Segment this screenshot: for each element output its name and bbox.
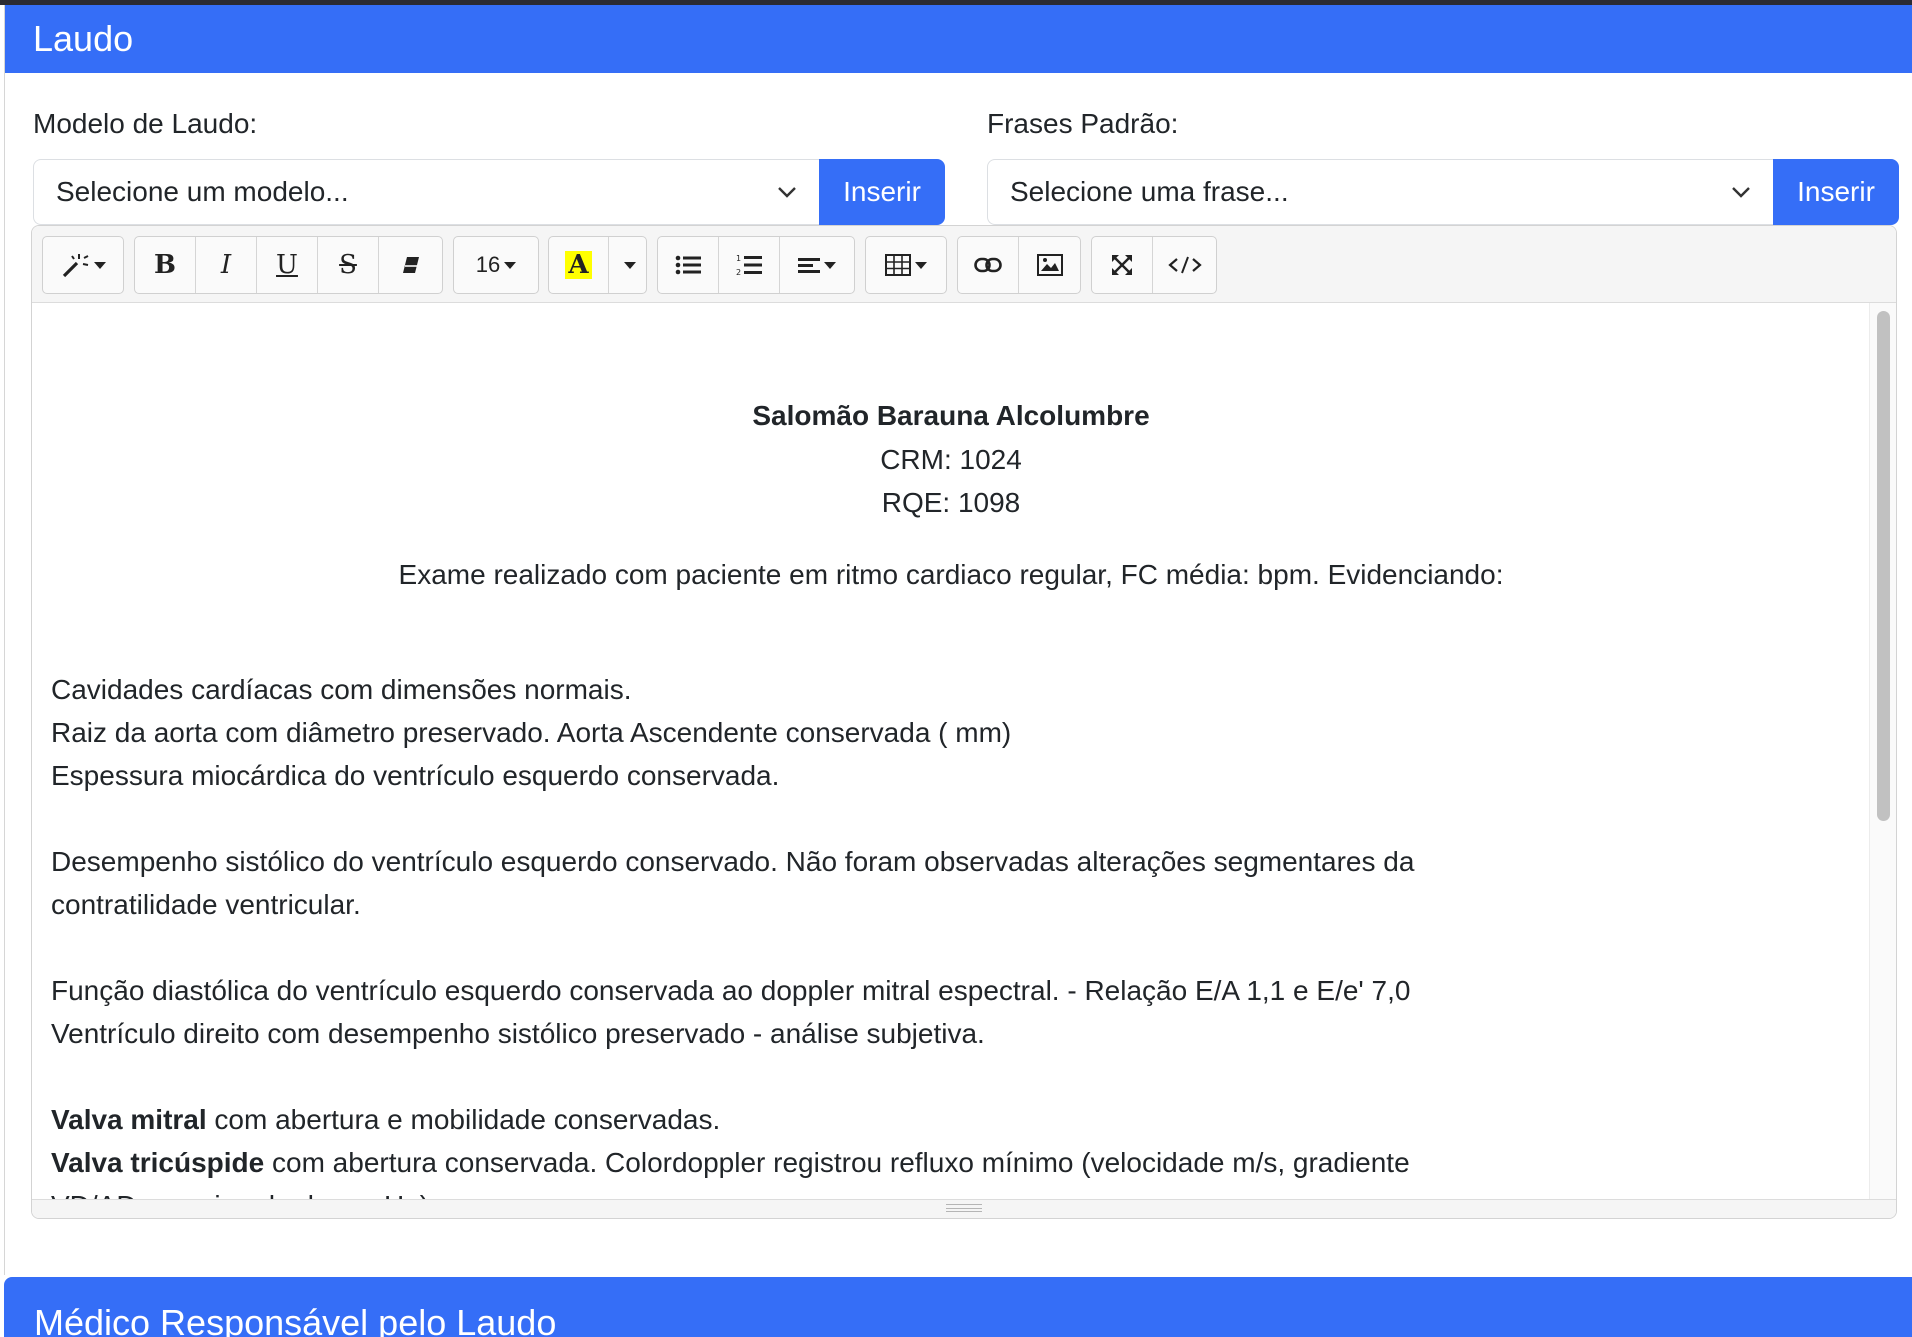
modelo-insert-button[interactable]: Inserir [819, 159, 945, 225]
table-dropdown-button[interactable] [866, 237, 946, 293]
modelo-select[interactable]: Selecione um modelo... [33, 159, 819, 225]
doctor-name: Salomão Barauna Alcolumbre [752, 400, 1150, 431]
mitral-line: Valva mitral com abertura e mobilidade c… [51, 1098, 1851, 1141]
magic-wand-icon [62, 254, 89, 278]
view-group [1091, 236, 1217, 294]
modelo-select-value: Selecione um modelo... [56, 176, 349, 207]
caret-down-icon [915, 261, 927, 269]
editor-scrollbar-thumb[interactable] [1877, 311, 1890, 821]
report-line: Raiz da aorta com diâmetro preservado. A… [51, 717, 1012, 748]
frases-insert-button[interactable]: Inserir [1773, 159, 1899, 225]
bullet-list-icon [675, 255, 701, 275]
align-dropdown-button[interactable] [780, 237, 854, 293]
report-line: Função diastólica do ventrículo esquerdo… [51, 975, 1411, 1006]
frases-select-value: Selecione uma frase... [1010, 176, 1289, 207]
color-group: A [548, 236, 647, 294]
align-left-icon [798, 258, 820, 273]
report-line: Espessura miocárdica do ventrículo esque… [51, 760, 780, 791]
caret-down-icon [824, 261, 836, 269]
ordered-list-button[interactable]: 1 2 [719, 237, 780, 293]
format-group: B I U S [134, 236, 443, 294]
unordered-list-button[interactable] [658, 237, 719, 293]
tricuspide-line: Valva tricúspide com abertura conservada… [51, 1141, 1851, 1184]
report-line: Cavidades cardíacas com dimensões normai… [51, 674, 632, 705]
report-line: Desempenho sistólico do ventrículo esque… [51, 846, 1415, 877]
svg-text:2: 2 [736, 268, 741, 277]
caret-down-icon [504, 261, 517, 269]
doctor-rqe: RQE: 1098 [881, 487, 1021, 518]
frases-label: Frases Padrão: [987, 108, 1179, 139]
exam-intro: Exame realizado com paciente em ritmo ca… [398, 559, 1504, 590]
clear-format-button[interactable] [379, 237, 442, 293]
caret-down-icon [94, 261, 106, 269]
resize-grip-icon[interactable] [946, 1204, 982, 1212]
code-icon [1167, 256, 1202, 274]
table-group [865, 236, 947, 294]
card-header-laudo: Laudo [5, 5, 1912, 73]
card-header-medico: Médico Responsável pelo Laudo [4, 1277, 1912, 1337]
editor-statusbar [32, 1199, 1896, 1218]
magic-style-button[interactable] [43, 237, 123, 293]
svg-text:1: 1 [736, 254, 741, 263]
color-dropdown-button[interactable] [609, 237, 646, 293]
bold-icon: B [154, 250, 176, 280]
editor-content[interactable]: Salomão Barauna Alcolumbre CRM: 1024 RQE… [32, 303, 1870, 1201]
table-icon [885, 254, 911, 276]
numbered-list-icon: 1 2 [736, 254, 762, 277]
italic-button[interactable]: I [196, 237, 257, 293]
report-line: Ventrículo direito com desempenho sistól… [51, 1018, 985, 1049]
code-view-button[interactable] [1153, 237, 1216, 293]
modelo-label: Modelo de Laudo: [33, 108, 258, 139]
strikethrough-icon: S [339, 250, 357, 280]
caret-down-icon [623, 261, 636, 269]
highlight-a-icon: A [565, 251, 592, 279]
bold-button[interactable]: B [135, 237, 196, 293]
chevron-down-icon [1732, 187, 1750, 198]
style-group [42, 236, 124, 294]
tricuspide-text: com abertura conservada. Colordoppler re… [264, 1147, 1410, 1178]
insert-link-button[interactable] [958, 237, 1019, 293]
insert-group [957, 236, 1081, 294]
font-size-dropdown[interactable]: 16 [454, 237, 538, 293]
frases-select[interactable]: Selecione uma frase... [987, 159, 1773, 225]
italic-icon: I [220, 250, 232, 280]
strikethrough-button[interactable]: S [318, 237, 379, 293]
highlight-color-button[interactable]: A [549, 237, 609, 293]
medico-header-title: Médico Responsável pelo Laudo [34, 1302, 557, 1337]
font-size-value: 16 [475, 252, 501, 277]
tricuspide-bold: Valva tricúspide [51, 1147, 265, 1178]
editor-toolbar: B I U S 16 A 1 2 [32, 226, 1896, 303]
insert-image-button[interactable] [1019, 237, 1080, 293]
image-icon [1036, 254, 1063, 276]
paragraph-group: 1 2 [657, 236, 855, 294]
underline-button[interactable]: U [257, 237, 318, 293]
fullscreen-icon [1112, 255, 1132, 275]
link-icon [974, 257, 1002, 273]
rich-text-editor: B I U S 16 A 1 2 Salomão Barauna Alcolum… [31, 225, 1897, 1219]
eraser-icon [402, 257, 419, 273]
underline-icon: U [276, 250, 298, 280]
font-size-group: 16 [453, 236, 539, 294]
doctor-crm: CRM: 1024 [880, 444, 1022, 475]
report-line: contratilidade ventricular. [51, 889, 361, 920]
mitral-text: com abertura e mobilidade conservadas. [206, 1104, 721, 1135]
mitral-bold: Valva mitral [51, 1104, 207, 1135]
editor-scrollbar[interactable] [1869, 303, 1896, 1201]
chevron-down-icon [778, 187, 796, 198]
fullscreen-button[interactable] [1092, 237, 1153, 293]
